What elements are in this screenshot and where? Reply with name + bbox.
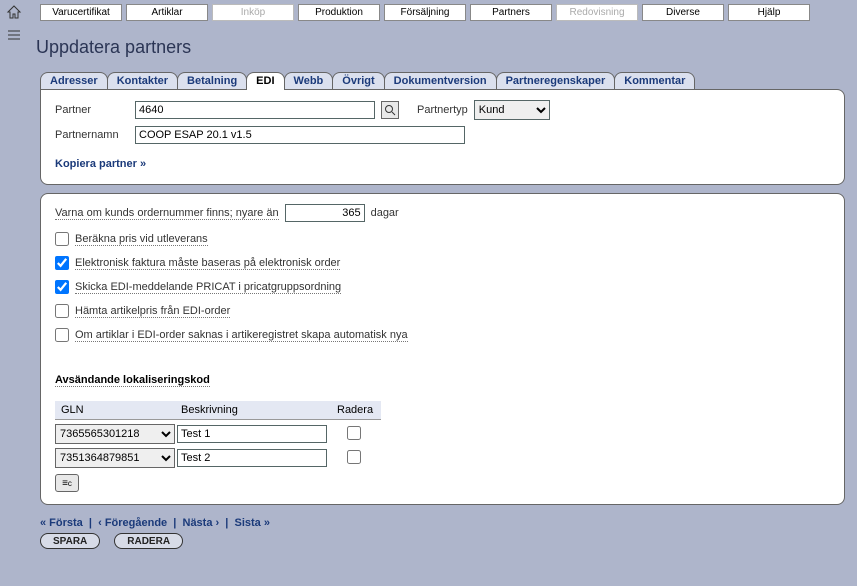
pager-prev[interactable]: ‹ Föregående [98,517,167,529]
gln-row: 7351364879851 [55,448,830,468]
menu-inköp: Inköp [212,4,294,21]
pager-next[interactable]: Nästa › [183,517,220,529]
pager: « Första | ‹ Föregående | Nästa › | Sist… [40,517,845,529]
tab-dokumentversion[interactable]: Dokumentversion [384,72,497,90]
col-radera: Radera [331,401,381,420]
tab-partneregenskaper[interactable]: Partneregenskaper [496,72,616,90]
gln-select-0[interactable]: 7365565301218 [55,424,175,444]
partnertype-label: Partnertyp [417,104,468,116]
menu-partners[interactable]: Partners [470,4,552,21]
edi-option-checkbox-0[interactable] [55,232,69,246]
warn-label-post: dagar [371,207,399,219]
tab-övrigt[interactable]: Övrigt [332,72,384,90]
partnername-input[interactable] [135,126,465,144]
menu-försäljning[interactable]: Försäljning [384,4,466,21]
add-row-button[interactable]: ≡c [55,474,79,492]
edi-option-checkbox-3[interactable] [55,304,69,318]
menu-redovisning: Redovisning [556,4,638,21]
partnername-label: Partnernamn [55,129,129,141]
gln-select-1[interactable]: 7351364879851 [55,448,175,468]
tab-webb[interactable]: Webb [284,72,334,90]
avsandande-header: Avsändande lokaliseringskod [55,374,210,387]
col-besk: Beskrivning [175,401,331,420]
edi-option-checkbox-4[interactable] [55,328,69,342]
edi-option-label-3: Hämta artikelpris från EDI-order [75,305,230,318]
pager-first[interactable]: « Första [40,517,83,529]
edi-option-label-4: Om artiklar i EDI-order saknas i artiker… [75,329,408,342]
tab-edi[interactable]: EDI [246,72,284,90]
edi-option-row: Hämta artikelpris från EDI-order [55,304,830,318]
menu-produktion[interactable]: Produktion [298,4,380,21]
radera-checkbox-0[interactable] [347,426,361,440]
edi-option-label-0: Beräkna pris vid utleverans [75,233,208,246]
subtab-row: AdresserKontakterBetalningEDIWebbÖvrigtD… [40,72,849,90]
edi-option-row: Elektronisk faktura måste baseras på ele… [55,256,830,270]
hamburger-icon[interactable] [7,29,21,44]
copy-partner-link[interactable]: Kopiera partner » [55,158,830,170]
besk-input-1[interactable] [177,449,327,467]
edi-option-checkbox-2[interactable] [55,280,69,294]
edi-option-label-1: Elektronisk faktura måste baseras på ele… [75,257,340,270]
radera-checkbox-1[interactable] [347,450,361,464]
partner-panel: Partner Partnertyp Kund Partnernamn Kopi… [40,89,845,185]
gln-row: 7365565301218 [55,424,830,444]
tab-adresser[interactable]: Adresser [40,72,108,90]
top-menu: VarucertifikatArtiklarInköpProduktionFör… [28,4,849,21]
partner-input[interactable] [135,101,375,119]
search-icon[interactable] [381,101,399,119]
partnertype-select[interactable]: Kund [474,100,550,120]
save-button[interactable]: SPARA [40,533,100,549]
col-gln: GLN [55,401,175,420]
pager-last[interactable]: Sista » [235,517,270,529]
tab-kontakter[interactable]: Kontakter [107,72,178,90]
edi-option-label-2: Skicka EDI-meddelande PRICAT i pricatgru… [75,281,341,294]
tab-kommentar[interactable]: Kommentar [614,72,695,90]
gln-header-row: GLN Beskrivning Radera [55,401,830,420]
delete-button[interactable]: RADERA [114,533,183,549]
edi-option-checkbox-1[interactable] [55,256,69,270]
menu-hjälp[interactable]: Hjälp [728,4,810,21]
home-icon[interactable] [6,4,22,23]
page-title: Uppdatera partners [36,37,849,58]
partner-label: Partner [55,104,129,116]
menu-artiklar[interactable]: Artiklar [126,4,208,21]
edi-option-row: Om artiklar i EDI-order saknas i artiker… [55,328,830,342]
warn-days-input[interactable] [285,204,365,222]
warn-label-pre: Varna om kunds ordernummer finns; nyare … [55,207,279,220]
edi-option-row: Beräkna pris vid utleverans [55,232,830,246]
besk-input-0[interactable] [177,425,327,443]
menu-varucertifikat[interactable]: Varucertifikat [40,4,122,21]
edi-option-row: Skicka EDI-meddelande PRICAT i pricatgru… [55,280,830,294]
menu-diverse[interactable]: Diverse [642,4,724,21]
tab-betalning[interactable]: Betalning [177,72,247,90]
edi-panel: Varna om kunds ordernummer finns; nyare … [40,193,845,505]
